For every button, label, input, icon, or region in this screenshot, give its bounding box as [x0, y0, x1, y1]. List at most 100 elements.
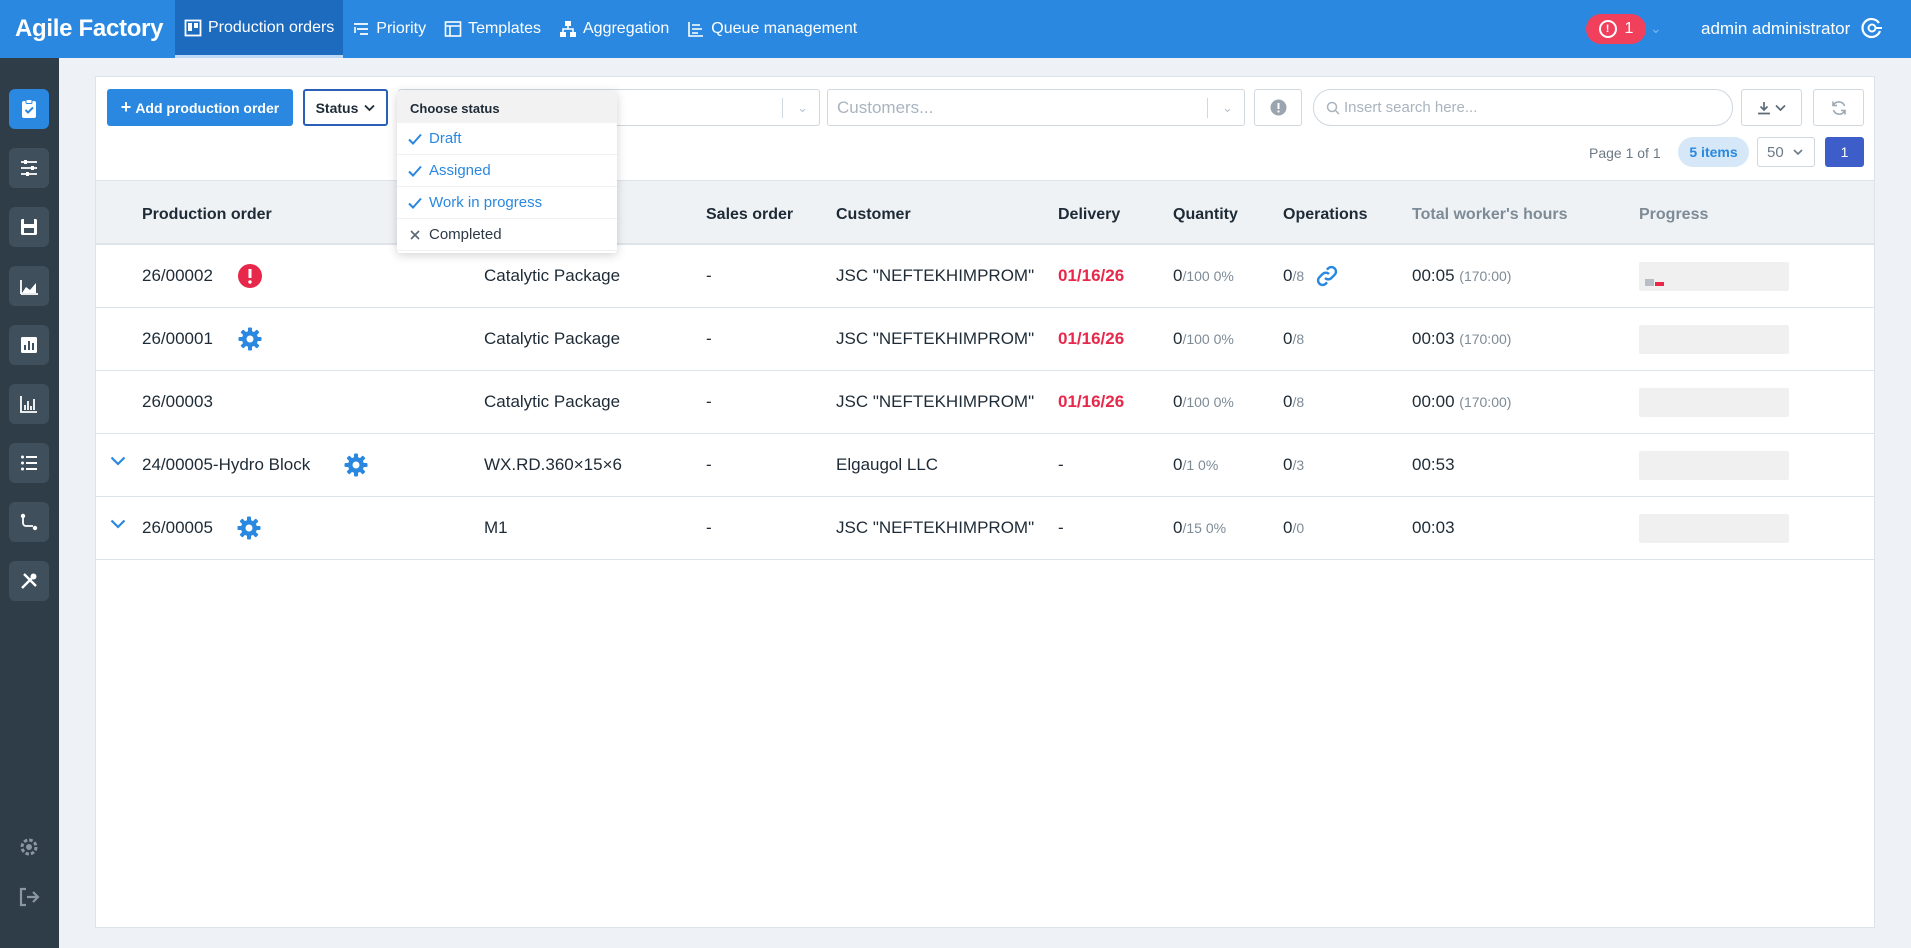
search-field[interactable] [1313, 89, 1733, 126]
main-panel: + Add production order Status ⌄ Customer… [95, 76, 1875, 928]
quantity: 0/1 0% [1173, 455, 1218, 475]
worker-hours: 00:05 (170:00) [1412, 266, 1511, 286]
list-icon [21, 455, 37, 471]
column-quantity[interactable]: Quantity [1173, 206, 1238, 224]
operations-total: /8 [1292, 394, 1305, 410]
user-logo-icon[interactable] [1860, 16, 1884, 40]
bar-chart-icon [21, 337, 37, 353]
sidebar-item-planning[interactable] [9, 148, 49, 188]
chevron-down-icon[interactable] [110, 519, 126, 529]
sidebar [0, 58, 59, 948]
hierarchy-icon [560, 21, 576, 37]
app-logo[interactable]: Agile Factory [0, 15, 175, 43]
sidebar-item-storage[interactable] [9, 207, 49, 247]
sidebar-item-reports[interactable] [9, 325, 49, 365]
sidebar-item-routes[interactable] [9, 502, 49, 542]
column-customer[interactable]: Customer [836, 206, 911, 224]
gear-icon[interactable] [237, 326, 263, 352]
status-filter-button[interactable]: Status [303, 89, 388, 126]
search-input[interactable] [1344, 99, 1724, 116]
progress-segment-red [1655, 282, 1664, 286]
order-number[interactable]: 26/00003 [142, 392, 213, 412]
chevron-down-icon[interactable] [110, 456, 126, 466]
column-delivery[interactable]: Delivery [1058, 206, 1120, 224]
sidebar-item-tools[interactable] [9, 561, 49, 601]
operations: 0/8 [1283, 329, 1304, 349]
nav-queue-management[interactable]: Queue management [678, 0, 866, 58]
status-option-completed[interactable]: Completed [397, 219, 617, 251]
dropdown-header: Choose status [397, 91, 617, 123]
alerts-button[interactable]: ! 1 [1586, 14, 1646, 44]
hours-planned: (170:00) [1459, 331, 1512, 347]
hours-spent: 00:03 [1412, 329, 1455, 348]
operations: 0/8 [1283, 266, 1304, 286]
check-icon [408, 133, 422, 145]
column-production-order[interactable]: Production order [142, 206, 272, 224]
table-header: Production order Sales order Customer De… [96, 180, 1874, 245]
nav-templates[interactable]: Templates [435, 0, 550, 58]
clipboard-check-icon [22, 99, 36, 118]
quantity-total: /100 0% [1182, 268, 1234, 284]
status-option-draft[interactable]: Draft [397, 123, 617, 155]
per-page-select[interactable]: 50 [1757, 137, 1815, 167]
gear-icon[interactable] [236, 515, 262, 541]
order-number[interactable]: 26/00005 [142, 518, 213, 538]
chevron-down-icon[interactable]: ⌄ [1650, 20, 1662, 37]
add-production-order-button[interactable]: + Add production order [107, 89, 293, 126]
sidebar-item-production-chart[interactable] [9, 266, 49, 306]
progress-bar [1639, 514, 1789, 543]
nav-production-orders[interactable]: Production orders [175, 0, 344, 58]
hours-spent: 00:00 [1412, 392, 1455, 411]
delivery-date: 01/16/26 [1058, 266, 1125, 285]
sidebar-item-analytics[interactable] [9, 384, 49, 424]
line-chart-icon [20, 396, 37, 413]
download-button[interactable] [1741, 89, 1802, 126]
customer-name: Elgaugol LLC [836, 455, 939, 474]
close-icon [410, 229, 420, 240]
operations: 0/8 [1283, 392, 1304, 412]
table-row[interactable]: 26/00005 M1 - JSC "NEFTEKHIMPROM" - 0/15… [96, 497, 1874, 560]
column-total-hours[interactable]: Total worker's hours [1412, 206, 1568, 224]
sales-order: - [706, 455, 712, 474]
nav-label: Production orders [208, 18, 335, 36]
order-number[interactable]: 26/00002 [142, 266, 213, 286]
customer-name: JSC "NEFTEKHIMPROM" [836, 266, 1035, 285]
column-operations[interactable]: Operations [1283, 206, 1367, 224]
select-divider [1207, 98, 1208, 118]
settings-icon[interactable] [16, 834, 42, 860]
gear-icon[interactable] [343, 452, 369, 478]
top-bar: Agile Factory Production orders Priority… [0, 0, 1911, 58]
table-row[interactable]: 26/00003 Catalytic Package - JSC "NEFTEK… [96, 371, 1874, 434]
info-filter-button[interactable] [1254, 89, 1302, 126]
plus-icon: + [120, 97, 132, 117]
quantity: 0/100 0% [1173, 392, 1234, 412]
chevron-down-icon [1775, 104, 1786, 111]
order-number[interactable]: 24/00005-Hydro Block [142, 455, 310, 475]
refresh-button[interactable] [1813, 89, 1864, 126]
column-sales-order[interactable]: Sales order [706, 206, 793, 224]
progress-bar [1639, 451, 1789, 480]
user-name[interactable]: admin administrator [1701, 19, 1850, 39]
link-icon[interactable] [1315, 264, 1339, 288]
customers-filter-select[interactable]: Customers... ⌄ [827, 89, 1245, 126]
product-name: Catalytic Package [484, 392, 621, 411]
alert-circle-icon[interactable] [237, 263, 263, 289]
table-row[interactable]: 24/00005-Hydro Block WX.RD.360×15×6 - El… [96, 434, 1874, 497]
status-option-work-in-progress[interactable]: Work in progress [397, 187, 617, 219]
page-button-1[interactable]: 1 [1825, 137, 1864, 167]
nav-aggregation[interactable]: Aggregation [550, 0, 678, 58]
queue-icon [688, 22, 704, 37]
table-row[interactable]: 26/00001 Catalytic Package - JSC "NEFTEK… [96, 308, 1874, 371]
nav-priority[interactable]: Priority [343, 0, 435, 58]
order-number[interactable]: 26/00001 [142, 329, 213, 349]
quantity-total: /15 0% [1182, 520, 1227, 536]
table-row[interactable]: 26/00002 Catalytic Package - JSC "NEFTEK… [96, 245, 1874, 308]
sidebar-item-lists[interactable] [9, 443, 49, 483]
board-icon [184, 19, 202, 36]
sidebar-item-orders[interactable] [9, 89, 49, 129]
refresh-icon [1831, 100, 1846, 115]
column-progress[interactable]: Progress [1639, 206, 1708, 224]
logout-icon[interactable] [16, 884, 42, 910]
hours-spent: 00:03 [1412, 518, 1455, 537]
status-option-assigned[interactable]: Assigned [397, 155, 617, 187]
